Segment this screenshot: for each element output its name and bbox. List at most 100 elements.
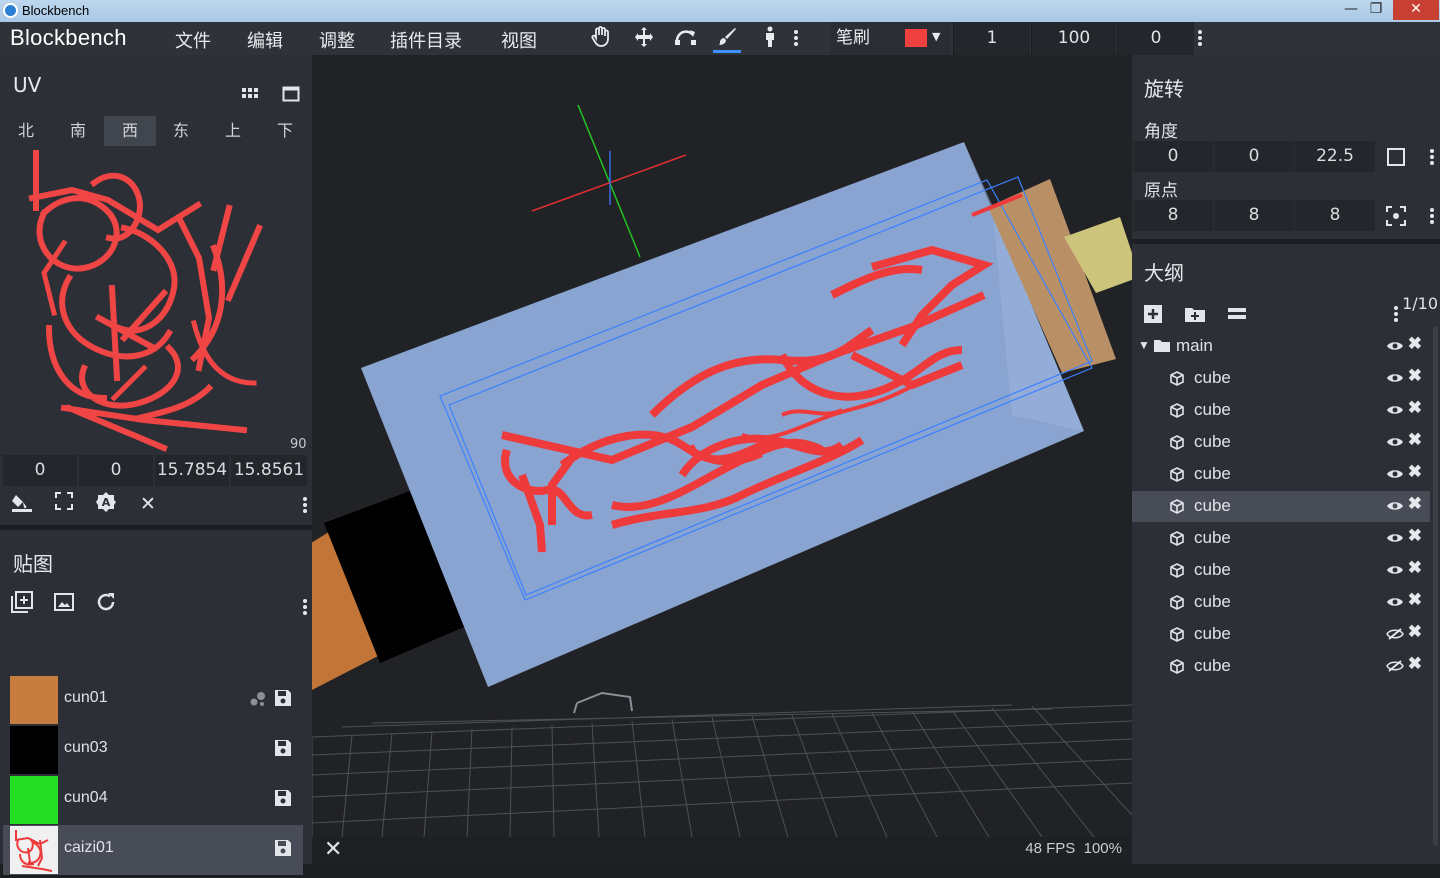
lock-toggle-icon[interactable]: ✖ bbox=[1408, 334, 1422, 354]
origin-to-center-icon[interactable] bbox=[1386, 206, 1406, 226]
tab-face-east[interactable]: 东 bbox=[155, 116, 207, 146]
outliner-cube-item[interactable]: cube ✖ bbox=[1132, 427, 1430, 458]
lock-toggle-icon[interactable]: ✖ bbox=[1408, 558, 1422, 578]
minimize-button[interactable]: — bbox=[1337, 0, 1365, 20]
uv-y-input[interactable]: 0 bbox=[79, 455, 153, 486]
tab-face-down[interactable]: 下 bbox=[259, 116, 311, 146]
save-texture-icon[interactable] bbox=[273, 738, 293, 758]
rotation-x-input[interactable]: 0 bbox=[1133, 141, 1213, 172]
pose-tool-icon[interactable] bbox=[756, 25, 784, 53]
eye-icon[interactable] bbox=[1386, 372, 1404, 384]
uv-more-icon[interactable] bbox=[301, 495, 309, 515]
texture-item[interactable]: cun03 bbox=[3, 725, 303, 775]
add-cube-icon[interactable] bbox=[1143, 304, 1163, 324]
eye-icon[interactable] bbox=[1386, 404, 1404, 416]
lock-toggle-icon[interactable]: ✖ bbox=[1408, 430, 1422, 450]
3d-viewport[interactable] bbox=[312, 55, 1132, 837]
reload-textures-icon[interactable] bbox=[93, 591, 119, 617]
import-texture-icon[interactable] bbox=[51, 591, 77, 617]
menu-view[interactable]: 视图 bbox=[501, 27, 537, 53]
close-window-button[interactable]: ✕ bbox=[1393, 0, 1439, 20]
tab-face-north[interactable]: 北 bbox=[0, 116, 52, 146]
origin-more-icon[interactable] bbox=[1428, 206, 1436, 226]
rotation-y-input[interactable]: 0 bbox=[1214, 141, 1294, 172]
brush-color-picker[interactable]: ▼ bbox=[899, 22, 951, 55]
textures-more-icon[interactable] bbox=[301, 597, 309, 617]
outliner-group-main[interactable]: ▼ main ✖ bbox=[1132, 331, 1430, 362]
uv-width-input[interactable]: 15.7854 bbox=[155, 455, 229, 486]
lock-toggle-icon[interactable]: ✖ bbox=[1408, 622, 1422, 642]
particle-icon[interactable] bbox=[249, 691, 267, 707]
eye-icon[interactable] bbox=[1386, 564, 1404, 576]
lock-toggle-icon[interactable]: ✖ bbox=[1408, 590, 1422, 610]
outliner-cube-item[interactable]: cube ✖ bbox=[1132, 395, 1430, 426]
lock-toggle-icon[interactable]: ✖ bbox=[1408, 654, 1422, 674]
menu-transform[interactable]: 调整 bbox=[319, 27, 355, 53]
collapse-all-icon[interactable] bbox=[1227, 306, 1247, 322]
uv-texture-canvas[interactable] bbox=[4, 148, 309, 454]
uv-grid-icon[interactable] bbox=[237, 83, 263, 109]
lock-toggle-icon[interactable]: ✖ bbox=[1408, 494, 1422, 514]
menu-file[interactable]: 文件 bbox=[175, 27, 211, 53]
eye-icon[interactable] bbox=[1386, 532, 1404, 544]
maximize-button[interactable]: ❐ bbox=[1362, 0, 1390, 20]
clear-uv-icon[interactable]: ✕ bbox=[135, 491, 161, 517]
paint-brush-tool-icon[interactable] bbox=[713, 25, 741, 53]
auto-uv-icon[interactable]: A bbox=[93, 491, 119, 517]
uv-maximize-icon[interactable] bbox=[278, 84, 304, 110]
eye-icon[interactable] bbox=[1386, 468, 1404, 480]
outliner-cube-item[interactable]: cube ✖ bbox=[1132, 555, 1430, 586]
lock-toggle-icon[interactable]: ✖ bbox=[1408, 526, 1422, 546]
eye-icon[interactable] bbox=[1386, 436, 1404, 448]
toolbar-more-icon[interactable] bbox=[1196, 28, 1204, 48]
origin-y-input[interactable]: 8 bbox=[1214, 200, 1294, 231]
eye-icon[interactable] bbox=[1386, 596, 1404, 608]
rotate-tool-icon[interactable] bbox=[672, 25, 700, 53]
eye-icon[interactable] bbox=[1386, 500, 1404, 512]
brush-softness-input[interactable]: 0 bbox=[1117, 22, 1194, 55]
close-viewport-icon[interactable]: ✕ bbox=[324, 837, 342, 862]
origin-x-input[interactable]: 8 bbox=[1133, 200, 1213, 231]
brush-opacity-input[interactable]: 100 bbox=[1031, 22, 1116, 55]
rotation-z-input[interactable]: 22.5 bbox=[1295, 141, 1375, 172]
outliner-more-icon[interactable] bbox=[1392, 304, 1400, 324]
eye-hidden-icon[interactable] bbox=[1386, 660, 1404, 672]
lock-toggle-icon[interactable]: ✖ bbox=[1408, 398, 1422, 418]
tab-face-west[interactable]: 西 bbox=[104, 116, 156, 146]
outliner-cube-item[interactable]: cube ✖ bbox=[1132, 619, 1430, 650]
eye-icon[interactable] bbox=[1386, 340, 1404, 352]
texture-item[interactable]: cun04 bbox=[3, 775, 303, 825]
uv-x-input[interactable]: 0 bbox=[3, 455, 77, 486]
uv-height-input[interactable]: 15.8561 bbox=[231, 455, 307, 486]
origin-z-input[interactable]: 8 bbox=[1295, 200, 1375, 231]
fill-bucket-icon[interactable] bbox=[9, 491, 35, 517]
outliner-cube-item[interactable]: cube ✖ bbox=[1132, 523, 1430, 554]
tab-face-up[interactable]: 上 bbox=[207, 116, 259, 146]
save-texture-icon[interactable] bbox=[273, 788, 293, 808]
add-group-icon[interactable] bbox=[1184, 305, 1206, 323]
chevron-down-icon[interactable]: ▼ bbox=[1138, 338, 1150, 352]
texture-item[interactable]: cun01 bbox=[3, 675, 303, 725]
tools-more-icon[interactable] bbox=[792, 28, 800, 48]
outliner-cube-item[interactable]: cube ✖ bbox=[1132, 651, 1430, 682]
lock-toggle-icon[interactable]: ✖ bbox=[1408, 366, 1422, 386]
cube-body-blue[interactable] bbox=[361, 142, 1084, 687]
outliner-cube-item[interactable]: cube ✖ bbox=[1132, 363, 1430, 394]
move-tool-icon[interactable] bbox=[630, 25, 658, 53]
hand-tool-icon[interactable] bbox=[587, 25, 615, 53]
rotation-more-icon[interactable] bbox=[1428, 147, 1436, 167]
rotation-reset-checkbox[interactable] bbox=[1387, 148, 1405, 166]
brush-size-input[interactable]: 1 bbox=[953, 22, 1030, 55]
outliner-cube-item[interactable]: cube ✖ bbox=[1132, 491, 1430, 522]
save-texture-icon[interactable] bbox=[273, 838, 293, 858]
outliner-cube-item[interactable]: cube ✖ bbox=[1132, 587, 1430, 618]
eye-hidden-icon[interactable] bbox=[1386, 628, 1404, 640]
menu-edit[interactable]: 编辑 bbox=[247, 27, 283, 53]
tab-face-south[interactable]: 南 bbox=[52, 116, 104, 146]
maximize-uv-icon[interactable] bbox=[51, 491, 77, 517]
save-texture-icon[interactable] bbox=[273, 688, 293, 708]
outliner-scrollbar[interactable] bbox=[1433, 326, 1438, 846]
texture-item[interactable]: caizi01 bbox=[3, 825, 303, 875]
brand-logo[interactable]: Blockbench bbox=[10, 25, 127, 51]
add-texture-icon[interactable] bbox=[9, 591, 35, 617]
